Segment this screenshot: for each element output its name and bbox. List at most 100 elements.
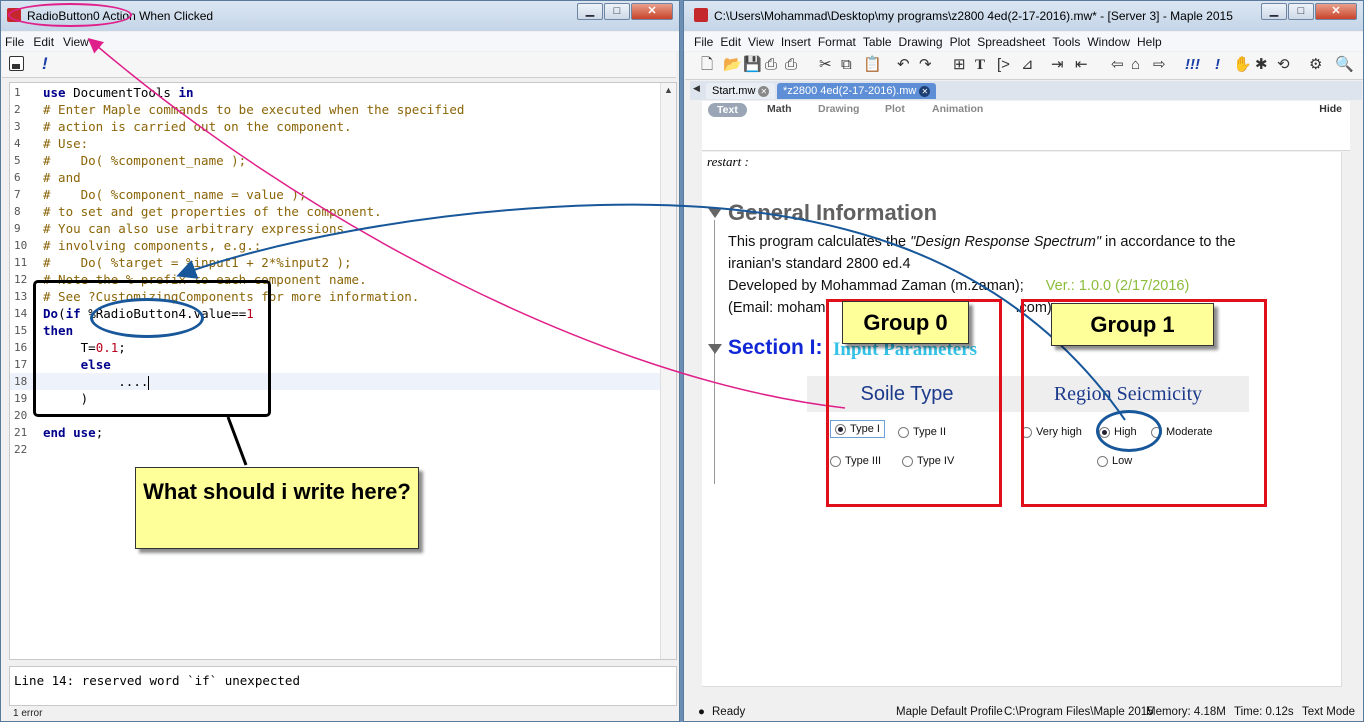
maximize-button[interactable]: □ [1288, 3, 1314, 20]
save-icon[interactable] [9, 56, 24, 71]
status-dot-icon: ● [698, 706, 705, 718]
back-icon[interactable]: ⇦ [1111, 57, 1124, 73]
code-line[interactable]: 9 # You can also use arbitrary expression… [10, 220, 660, 237]
restart-command[interactable]: restart : [707, 154, 749, 170]
cut-icon[interactable]: ✂ [819, 57, 832, 73]
line-number: 9 [14, 222, 21, 235]
redo-icon[interactable]: ↷ [919, 57, 932, 73]
section-icon[interactable]: ⊿ [1021, 57, 1034, 73]
code-line[interactable]: 8 # to set and get properties of the comp… [10, 203, 660, 220]
editor-scrollbar[interactable]: ▲ [660, 83, 676, 659]
minimize-button[interactable]: ▁ [1261, 3, 1287, 20]
mode-plot[interactable]: Plot [885, 103, 905, 115]
line-number: 5 [14, 154, 21, 167]
code-line[interactable]: 1 use DocumentTools in [10, 84, 660, 101]
worksheet-vertical-scrollbar[interactable] [1341, 152, 1357, 686]
code-line[interactable]: 22 [10, 441, 660, 458]
indent-icon[interactable]: ⇥ [1051, 57, 1064, 73]
mode-animation[interactable]: Animation [932, 103, 983, 115]
copy-icon[interactable]: ⧉ [841, 57, 852, 73]
maple-menubar: File Edit View Insert Format Table Drawi… [684, 32, 1363, 51]
settings-icon[interactable]: ⚙ [1309, 57, 1322, 73]
menu-tools[interactable]: Tools [1052, 35, 1080, 49]
code-text: # and [43, 170, 81, 185]
close-button[interactable]: ✕ [631, 3, 673, 20]
paste-icon[interactable]: 📋 [863, 57, 882, 73]
menu-window[interactable]: Window [1087, 35, 1130, 49]
home-icon[interactable]: ⌂ [1131, 57, 1140, 73]
worksheet-horizontal-scrollbar[interactable] [702, 686, 1342, 700]
line-number: 4 [14, 137, 21, 150]
status-ready: Ready [712, 706, 746, 718]
right-window-title: C:\Users\Mohammad\Desktop\my programs\z2… [714, 9, 1233, 23]
debug-icon[interactable]: ✱ [1255, 57, 1268, 73]
menu-spreadsheet[interactable]: Spreadsheet [977, 35, 1045, 49]
menu-help[interactable]: Help [1137, 35, 1162, 49]
close-button[interactable]: ✕ [1315, 3, 1357, 20]
new-document-icon[interactable]: 🗋 [701, 57, 713, 73]
code-line[interactable]: 11 # Do( %target = %input1 + 2*%input2 ); [10, 254, 660, 271]
restart-icon[interactable]: ⟲ [1277, 57, 1290, 73]
question-callout: What should i write here? [135, 467, 419, 549]
insert-math-icon[interactable]: ⊞ [953, 57, 966, 73]
section-collapse-icon[interactable] [708, 208, 722, 218]
menu-view[interactable]: View [748, 35, 774, 49]
print-preview-icon[interactable]: ⎙ [785, 57, 797, 73]
menu-format[interactable]: Format [818, 35, 856, 49]
right-titlebar: C:\Users\Mohammad\Desktop\my programs\z2… [684, 1, 1363, 31]
code-line[interactable]: 21 end use; [10, 424, 660, 441]
tab-active-document[interactable]: *z2800 4ed(2-17-2016).mw ✕ [777, 83, 937, 99]
code-line[interactable]: 3 # action is carried out on the componen… [10, 118, 660, 135]
menu-plot[interactable]: Plot [950, 35, 971, 49]
line-number: 7 [14, 188, 21, 201]
section-collapse-icon[interactable] [708, 344, 722, 354]
editor-toolbar: ! [2, 52, 676, 78]
group0-label: Group 0 [842, 301, 969, 344]
insert-text-icon[interactable]: T [975, 57, 985, 73]
code-line[interactable]: 5 # Do( %component_name ); [10, 152, 660, 169]
tab-close-icon[interactable]: ✕ [919, 86, 931, 97]
tab-start[interactable]: Start.mw ✕ [706, 83, 776, 99]
print-icon[interactable]: ⎙ [765, 57, 777, 73]
hide-button[interactable]: Hide [1319, 103, 1342, 115]
code-line[interactable]: 4 # Use: [10, 135, 660, 152]
code-line[interactable]: 10 # involving components, e.g.: [10, 237, 660, 254]
open-icon[interactable]: 📂 [723, 57, 742, 73]
execute-icon[interactable]: ! [42, 54, 48, 74]
mode-math[interactable]: Math [767, 103, 792, 115]
code-line[interactable]: 6 # and [10, 169, 660, 186]
menu-file[interactable]: File [694, 35, 713, 49]
interrupt-icon[interactable]: ✋ [1233, 57, 1252, 73]
code-line[interactable]: 2 # Enter Maple commands to be executed w… [10, 101, 660, 118]
maximize-button[interactable]: □ [604, 3, 630, 20]
save-icon[interactable]: 💾 [743, 57, 762, 73]
error-count: 1 error [13, 708, 43, 719]
tab-close-icon[interactable]: ✕ [758, 86, 770, 97]
status-memory: Memory: 4.18M [1146, 706, 1226, 718]
menu-view[interactable]: View [63, 35, 89, 49]
execution-group-icon[interactable]: [> [997, 57, 1010, 73]
outdent-icon[interactable]: ⇤ [1075, 57, 1088, 73]
menu-insert[interactable]: Insert [781, 35, 811, 49]
execute-all-icon[interactable]: !!! [1185, 57, 1200, 73]
menu-edit[interactable]: Edit [33, 35, 54, 49]
mode-drawing[interactable]: Drawing [818, 103, 859, 115]
scroll-up-icon[interactable]: ▲ [664, 85, 673, 95]
execute-icon[interactable]: ! [1215, 57, 1220, 73]
menu-file[interactable]: File [5, 35, 24, 49]
forward-icon[interactable]: ⇨ [1153, 57, 1166, 73]
minimize-button[interactable]: ▁ [577, 3, 603, 20]
description-line-1: This program calculates the "Design Resp… [728, 234, 1236, 250]
menu-drawing[interactable]: Drawing [899, 35, 943, 49]
line-number: 3 [14, 120, 21, 133]
context-bar: Text Math Drawing Plot Animation Hide [702, 101, 1350, 151]
menu-table[interactable]: Table [863, 35, 892, 49]
code-line[interactable]: 7 # Do( %component_name = value ); [10, 186, 660, 203]
status-bar: ● Ready Maple Default Profile C:\Program… [690, 703, 1362, 721]
mode-text[interactable]: Text [708, 103, 747, 117]
zoom-icon[interactable]: 🔍 [1335, 57, 1354, 73]
tab-scroll-left-icon[interactable]: ◀ [693, 83, 700, 94]
menu-edit[interactable]: Edit [720, 35, 741, 49]
undo-icon[interactable]: ↶ [897, 57, 910, 73]
version-label: Ver.: 1.0.0 (2/17/2016) [1045, 278, 1190, 294]
